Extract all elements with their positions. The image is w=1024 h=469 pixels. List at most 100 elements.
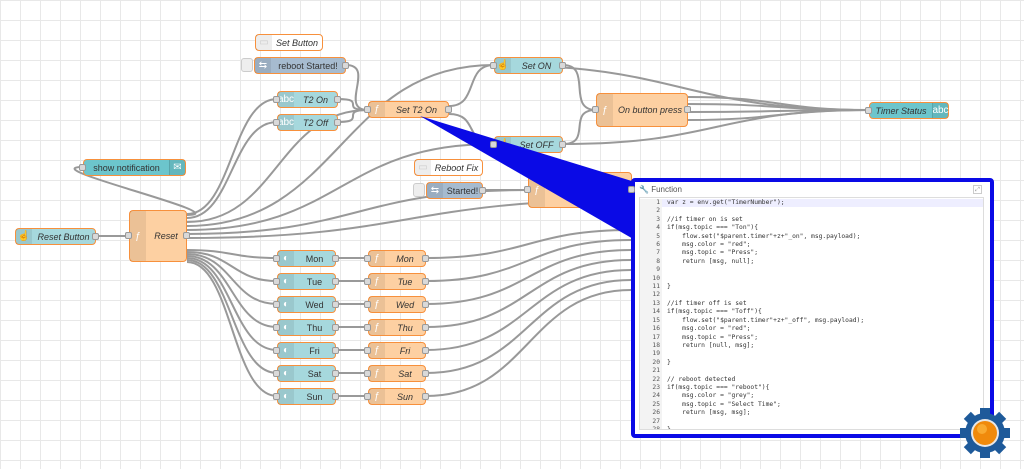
node-port[interactable]: [273, 254, 280, 262]
node-port[interactable]: [273, 300, 280, 308]
node-reset[interactable]: ƒ Reset: [129, 210, 187, 262]
node-port[interactable]: [524, 186, 531, 193]
node-reset-button[interactable]: ☝ Reset Button: [15, 228, 96, 245]
inject-arrow-icon: ⇆: [427, 183, 443, 198]
node-switch-fri[interactable]: ◐ Fri: [277, 342, 336, 359]
node-switch-thu[interactable]: ◐ Thu: [277, 319, 336, 336]
node-port[interactable]: [273, 277, 280, 285]
node-port[interactable]: [273, 118, 280, 126]
node-port[interactable]: [273, 369, 280, 377]
code-line: 17 msg.topic = "Press";: [640, 333, 983, 342]
node-port[interactable]: [364, 300, 371, 308]
node-port[interactable]: [422, 277, 429, 285]
node-port[interactable]: [364, 105, 371, 113]
node-port[interactable]: [273, 392, 280, 400]
node-values-function[interactable]: ƒ alues: [528, 172, 632, 208]
node-function-wed[interactable]: ƒ Wed: [368, 296, 426, 313]
node-port[interactable]: [628, 186, 635, 193]
node-port[interactable]: [332, 346, 339, 354]
toggle-icon: ◐: [278, 343, 294, 358]
node-port[interactable]: [332, 369, 339, 377]
node-port[interactable]: [422, 300, 429, 308]
code-line: 3//if timer on is set: [640, 215, 983, 225]
text-input-icon: abc: [277, 115, 295, 130]
node-set-off[interactable]: ☝ Set OFF: [494, 136, 563, 153]
toggle-icon: ◐: [278, 389, 294, 404]
node-started[interactable]: ⇆ Started!: [426, 182, 483, 199]
code-line: 10: [640, 274, 983, 284]
node-switch-wed[interactable]: ◐ Wed: [277, 296, 336, 313]
comment-reboot-fix[interactable]: ▭ Reboot Fix: [414, 159, 483, 176]
function-icon: ƒ: [597, 94, 613, 126]
expand-icon[interactable]: ⤢: [973, 185, 982, 194]
node-port[interactable]: [592, 106, 599, 113]
function-icon: ƒ: [369, 366, 385, 381]
node-port[interactable]: [334, 95, 341, 103]
node-port[interactable]: [332, 277, 339, 285]
node-t2-on[interactable]: abc T2 On: [277, 91, 338, 108]
node-function-thu[interactable]: ƒ Thu: [368, 319, 426, 336]
node-port[interactable]: [422, 392, 429, 400]
node-port[interactable]: [334, 118, 341, 126]
node-port[interactable]: [490, 140, 497, 148]
node-port[interactable]: [332, 392, 339, 400]
node-port[interactable]: [364, 277, 371, 285]
node-function-tue[interactable]: ƒ Tue: [368, 273, 426, 290]
node-on-button-press[interactable]: ƒ On button press: [596, 93, 688, 127]
node-port[interactable]: [559, 61, 566, 69]
node-switch-mon[interactable]: ◐ Mon: [277, 250, 336, 267]
code-line: 23 if(msg.topic === "reboot"){: [640, 383, 983, 393]
function-icon: ƒ: [130, 211, 146, 261]
node-port[interactable]: [342, 61, 349, 69]
node-port[interactable]: [445, 105, 452, 113]
node-function-mon[interactable]: ƒ Mon: [368, 250, 426, 267]
node-port[interactable]: [865, 106, 872, 114]
node-port[interactable]: [490, 61, 497, 69]
node-port[interactable]: [364, 254, 371, 262]
code-line: 19: [640, 350, 983, 359]
node-port[interactable]: [273, 346, 280, 354]
node-port[interactable]: [364, 323, 371, 331]
function-editor-panel[interactable]: 🔧 Function ⤢ 1 var z = env.get("TimerNumb…: [631, 178, 994, 438]
comment-set-button[interactable]: ▭ Set Button: [255, 34, 323, 51]
wire: [425, 229, 632, 259]
node-port[interactable]: [364, 369, 371, 377]
node-reboot-started[interactable]: ⇆ reboot Started!: [254, 57, 346, 74]
inject-trigger-button[interactable]: [413, 183, 425, 197]
node-port[interactable]: [364, 346, 371, 354]
node-t2-off[interactable]: abc T2 Off: [277, 114, 338, 131]
node-function-fri[interactable]: ƒ Fri: [368, 342, 426, 359]
node-port[interactable]: [422, 346, 429, 354]
inject-trigger-button[interactable]: [241, 58, 253, 72]
node-port[interactable]: [125, 232, 132, 239]
node-port[interactable]: [183, 232, 190, 239]
node-timer-status[interactable]: abc Timer Status: [869, 102, 949, 119]
node-function-sun[interactable]: ƒ Sun: [368, 388, 426, 405]
hand-pointer-icon: ☝: [495, 137, 511, 152]
envelope-icon: ✉: [169, 160, 185, 175]
node-switch-sat[interactable]: ◐ Sat: [277, 365, 336, 382]
node-port[interactable]: [332, 300, 339, 308]
node-port[interactable]: [422, 254, 429, 262]
node-port[interactable]: [559, 140, 566, 148]
node-port[interactable]: [422, 369, 429, 377]
node-show-notification[interactable]: ✉ show notification: [83, 159, 186, 176]
node-set-t2-on[interactable]: ƒ Set T2 On: [368, 101, 449, 118]
code-line: 24 msg.color = "grey";: [640, 392, 983, 401]
node-port[interactable]: [479, 186, 486, 194]
node-set-on[interactable]: ☝ Set ON: [494, 57, 563, 74]
node-function-sat[interactable]: ƒ Sat: [368, 365, 426, 382]
node-port[interactable]: [684, 106, 691, 113]
node-port[interactable]: [92, 232, 99, 240]
node-port[interactable]: [79, 163, 86, 171]
wire: [425, 249, 632, 305]
node-port[interactable]: [332, 323, 339, 331]
node-port[interactable]: [273, 323, 280, 331]
node-port[interactable]: [422, 323, 429, 331]
node-switch-sun[interactable]: ◐ Sun: [277, 388, 336, 405]
node-port[interactable]: [364, 392, 371, 400]
node-port[interactable]: [273, 95, 280, 103]
node-switch-tue[interactable]: ◐ Tue: [277, 273, 336, 290]
node-port[interactable]: [332, 254, 339, 262]
code-editor[interactable]: 1 var z = env.get("TimerNumber"); 2 3//if t…: [639, 197, 984, 430]
